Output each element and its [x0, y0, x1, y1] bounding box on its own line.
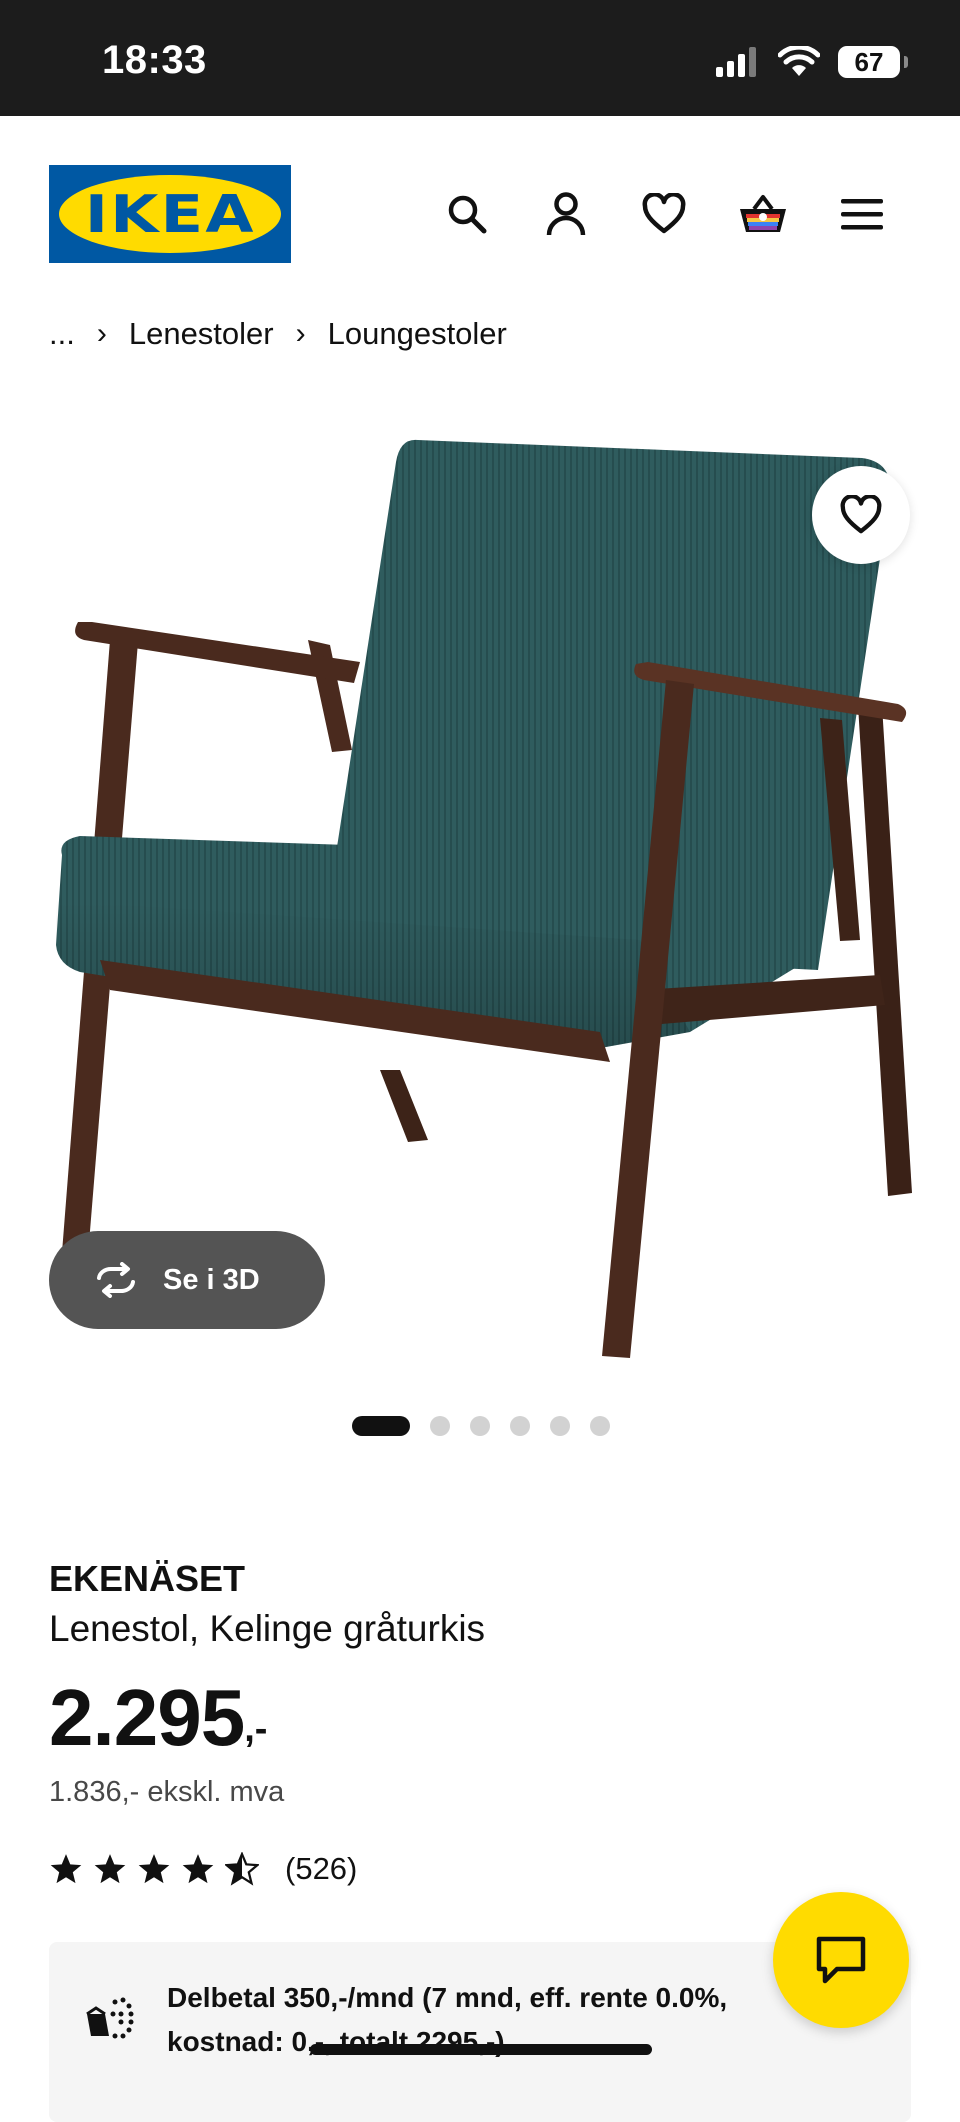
- chat-button[interactable]: [773, 1892, 909, 2028]
- product-description: Lenestol, Kelinge gråturkis: [49, 1608, 486, 1649]
- view-3d-label: Se i 3D: [163, 1263, 260, 1296]
- breadcrumb-item-lenestoler[interactable]: Lenestoler: [129, 316, 274, 352]
- installment-icon: [86, 1997, 134, 2039]
- price-integer: 2.295: [49, 1673, 245, 1762]
- gallery-pagination: [352, 1416, 610, 1436]
- view-3d-button[interactable]: Se i 3D: [49, 1231, 325, 1329]
- rotate-3d-icon: [97, 1262, 135, 1298]
- price-suffix: ,-: [244, 1708, 268, 1750]
- chat-icon: [816, 1936, 866, 1984]
- breadcrumb: ... › Lenestoler › Loungestoler: [49, 316, 507, 352]
- site-header: IKEA: [0, 116, 960, 296]
- breadcrumb-separator-icon: ›: [96, 317, 107, 350]
- price-excluding-vat: 1.836,- ekskl. mva: [49, 1776, 285, 1808]
- ikea-logo[interactable]: IKEA: [49, 165, 291, 263]
- signal-icon: [716, 47, 756, 77]
- gallery-dot[interactable]: [510, 1416, 530, 1436]
- star-full-icon: [94, 1854, 126, 1884]
- account-icon[interactable]: [540, 188, 592, 240]
- review-count: (526): [285, 1851, 358, 1886]
- home-indicator: [310, 2044, 652, 2055]
- product-price: 2.295 ,-: [49, 1672, 267, 1764]
- star-half-icon: [225, 1852, 259, 1886]
- gallery-dot[interactable]: [430, 1416, 450, 1436]
- status-bar: 18:33 67: [0, 0, 960, 116]
- wifi-icon: [778, 46, 820, 76]
- breadcrumb-item-loungestoler[interactable]: Loungestoler: [328, 316, 507, 352]
- star-full-icon: [182, 1854, 214, 1884]
- heart-icon: [840, 495, 882, 534]
- wishlist-icon[interactable]: [638, 188, 690, 240]
- gallery-dot[interactable]: [352, 1416, 410, 1436]
- logo-oval: IKEA: [59, 175, 281, 253]
- status-icons: 67: [716, 44, 908, 80]
- product-name: EKENÄSET: [49, 1558, 246, 1599]
- product-rating[interactable]: (526): [49, 1851, 357, 1887]
- breadcrumb-ellipsis[interactable]: ...: [49, 316, 75, 352]
- status-time: 18:33: [102, 38, 207, 82]
- star-full-icon: [138, 1854, 170, 1884]
- gallery-dot[interactable]: [550, 1416, 570, 1436]
- rating-stars: [49, 1852, 259, 1886]
- breadcrumb-separator-icon: ›: [295, 317, 306, 350]
- menu-icon[interactable]: [836, 188, 888, 240]
- gallery-dot[interactable]: [590, 1416, 610, 1436]
- star-full-icon: [50, 1854, 82, 1884]
- logo-text: IKEA: [84, 184, 256, 244]
- gallery-dot[interactable]: [470, 1416, 490, 1436]
- search-icon[interactable]: [441, 188, 493, 240]
- add-to-wishlist-button[interactable]: [812, 466, 910, 564]
- battery-indicator: 67: [838, 46, 908, 78]
- cart-icon[interactable]: [737, 188, 789, 240]
